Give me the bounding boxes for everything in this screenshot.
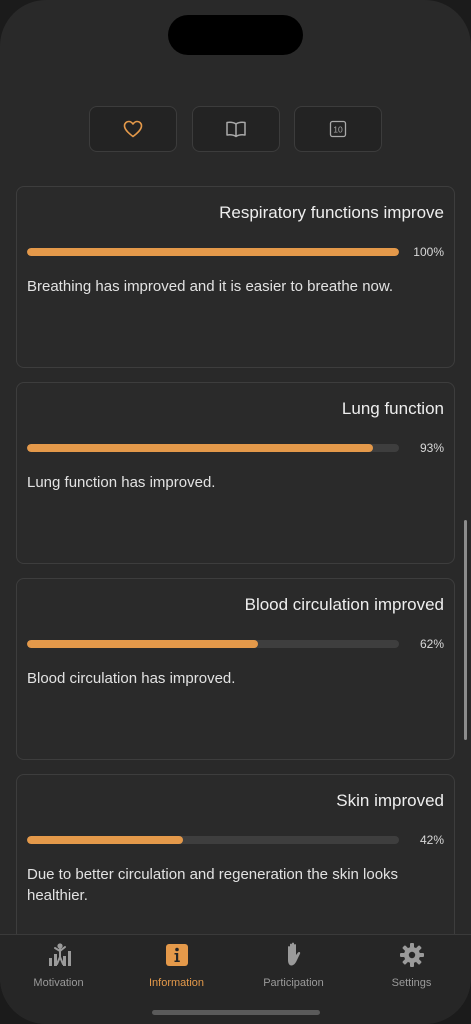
card-title: Respiratory functions improve (219, 203, 444, 222)
motivation-chart-icon (45, 941, 73, 969)
improvement-card: Respiratory functions improve 100% Breat… (16, 186, 455, 368)
progress-bar (27, 836, 399, 844)
card-description: Breathing has improved and it is easier … (27, 278, 394, 295)
progress-fill (27, 836, 184, 844)
progress-percent: 93% (419, 441, 444, 455)
heart-icon (123, 120, 143, 138)
segmented-control: 10 (88, 106, 384, 152)
progress-bar (27, 640, 399, 648)
progress-bar (27, 444, 399, 452)
device-notch (168, 15, 303, 55)
progress-bar (27, 248, 399, 256)
card-description: Due to better circulation and regenerati… (27, 866, 399, 904)
tab-label: Settings (391, 977, 432, 989)
improvement-card: Skin improved 42% Due to better circulat… (16, 774, 455, 956)
book-icon (226, 121, 246, 138)
progress-fill (27, 248, 399, 256)
card-title: Lung function (341, 399, 444, 418)
tab-participation[interactable]: Participation (235, 941, 352, 1001)
tab-label: Motivation (33, 977, 84, 989)
home-indicator[interactable] (152, 1010, 320, 1015)
app-screen: 10 Respiratory functions improve 100% Br… (0, 0, 471, 1024)
card-description: Blood circulation has improved. (27, 670, 236, 687)
tab-settings[interactable]: Settings (353, 941, 470, 1001)
gear-icon (398, 941, 426, 969)
improvement-card: Lung function 93% Lung function has impr… (16, 382, 455, 564)
tab-information[interactable]: Information (118, 941, 235, 1001)
segment-book-button[interactable] (192, 106, 280, 152)
card-title: Skin improved (336, 791, 444, 810)
tab-motivation[interactable]: Motivation (0, 941, 117, 1001)
calendar-10-label: 10 (333, 125, 343, 135)
calendar-10-icon: 10 (329, 120, 347, 138)
improvement-card: Blood circulation improved 62% Blood cir… (16, 578, 455, 760)
hand-icon (280, 941, 308, 969)
progress-fill (27, 444, 373, 452)
card-title: Blood circulation improved (244, 595, 444, 614)
segment-heart-button[interactable] (89, 106, 177, 152)
progress-percent: 100% (413, 245, 444, 259)
tab-label: Participation (263, 977, 324, 989)
card-description: Lung function has improved. (27, 474, 216, 491)
progress-percent: 42% (419, 833, 444, 847)
scrollbar[interactable] (464, 520, 467, 740)
progress-percent: 62% (419, 637, 444, 651)
tab-label: Information (148, 977, 205, 989)
progress-fill (27, 640, 258, 648)
info-icon (163, 941, 191, 969)
segment-calendar-button[interactable]: 10 (294, 106, 382, 152)
